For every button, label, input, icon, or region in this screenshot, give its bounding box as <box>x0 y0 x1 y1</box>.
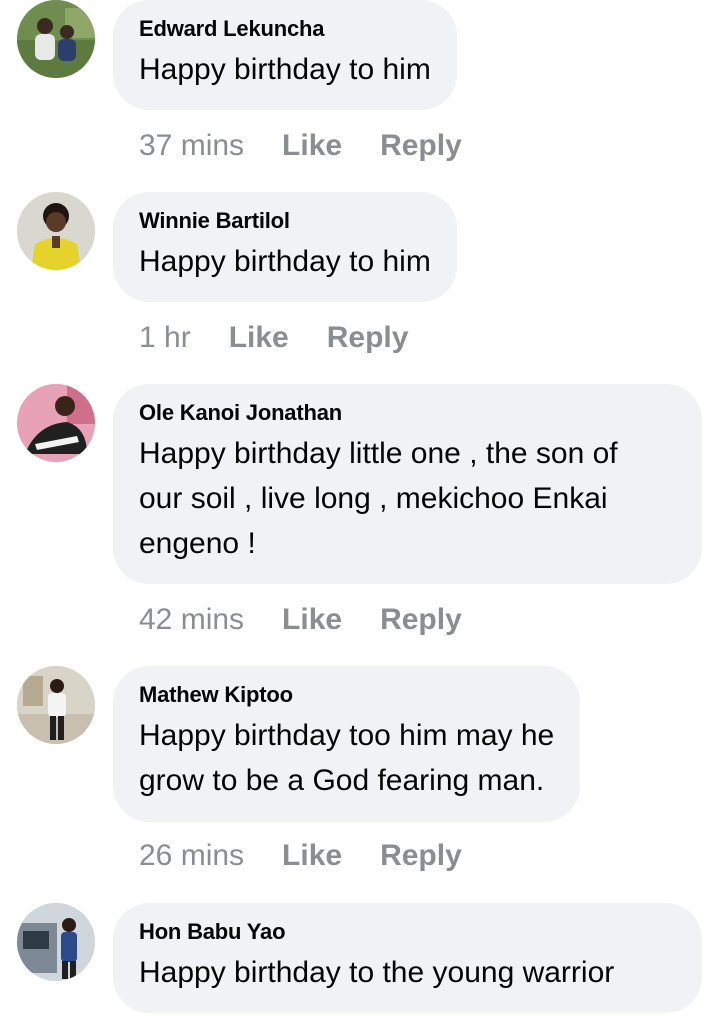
comment-text: Happy birthday to him <box>139 245 431 278</box>
comment-author[interactable]: Hon Babu Yao <box>139 918 676 946</box>
comment-timestamp[interactable]: 1 hr <box>139 316 191 360</box>
like-button[interactable]: Like <box>282 124 342 168</box>
comment-timestamp[interactable]: 42 mins <box>139 598 244 642</box>
comment-bubble: Ole Kanoi Jonathan Happy birthday little… <box>113 384 702 584</box>
comment-author[interactable]: Edward Lekuncha <box>139 15 431 43</box>
avatar[interactable] <box>17 903 95 981</box>
like-button[interactable]: Like <box>282 598 342 642</box>
comment-bubble: Mathew Kiptoo Happy birthday too him may… <box>113 666 581 822</box>
avatar-photo <box>17 384 95 462</box>
reply-button[interactable]: Reply <box>380 598 462 642</box>
avatar-photo <box>17 192 95 270</box>
comment-author[interactable]: Ole Kanoi Jonathan <box>139 399 676 427</box>
avatar[interactable] <box>17 384 95 462</box>
comment-text: Happy birthday to him <box>139 53 431 86</box>
comment-text: Happy birthday too him may he grow to be… <box>139 719 555 797</box>
comment-actions: 26 mins Like Reply <box>139 834 462 878</box>
avatar[interactable] <box>17 192 95 270</box>
reply-button[interactable]: Reply <box>327 316 409 360</box>
comment-timestamp[interactable]: 26 mins <box>139 834 244 878</box>
like-button[interactable]: Like <box>229 316 289 360</box>
reply-button[interactable]: Reply <box>380 124 462 168</box>
avatar-photo <box>17 666 95 744</box>
comment-author[interactable]: Winnie Bartilol <box>139 207 431 235</box>
avatar[interactable] <box>17 666 95 744</box>
avatar-photo <box>17 0 95 78</box>
comment-actions: 42 mins Like Reply <box>139 598 462 642</box>
avatar[interactable] <box>17 0 95 78</box>
reply-button[interactable]: Reply <box>380 834 462 878</box>
comment-actions: 1 hr Like Reply <box>139 316 408 360</box>
comment-bubble: Winnie Bartilol Happy birthday to him <box>113 192 457 302</box>
comment-text: Happy birthday to the young warrior <box>139 956 615 989</box>
comment-author[interactable]: Mathew Kiptoo <box>139 681 554 709</box>
like-button[interactable]: Like <box>282 834 342 878</box>
comment-actions: 37 mins Like Reply <box>139 124 462 168</box>
comment-bubble: Edward Lekuncha Happy birthday to him <box>113 0 457 110</box>
avatar-photo <box>17 903 95 981</box>
comment-text: Happy birthday little one , the son of o… <box>139 437 618 560</box>
comment-timestamp[interactable]: 37 mins <box>139 124 244 168</box>
comment-bubble: Hon Babu Yao Happy birthday to the young… <box>113 903 702 1013</box>
